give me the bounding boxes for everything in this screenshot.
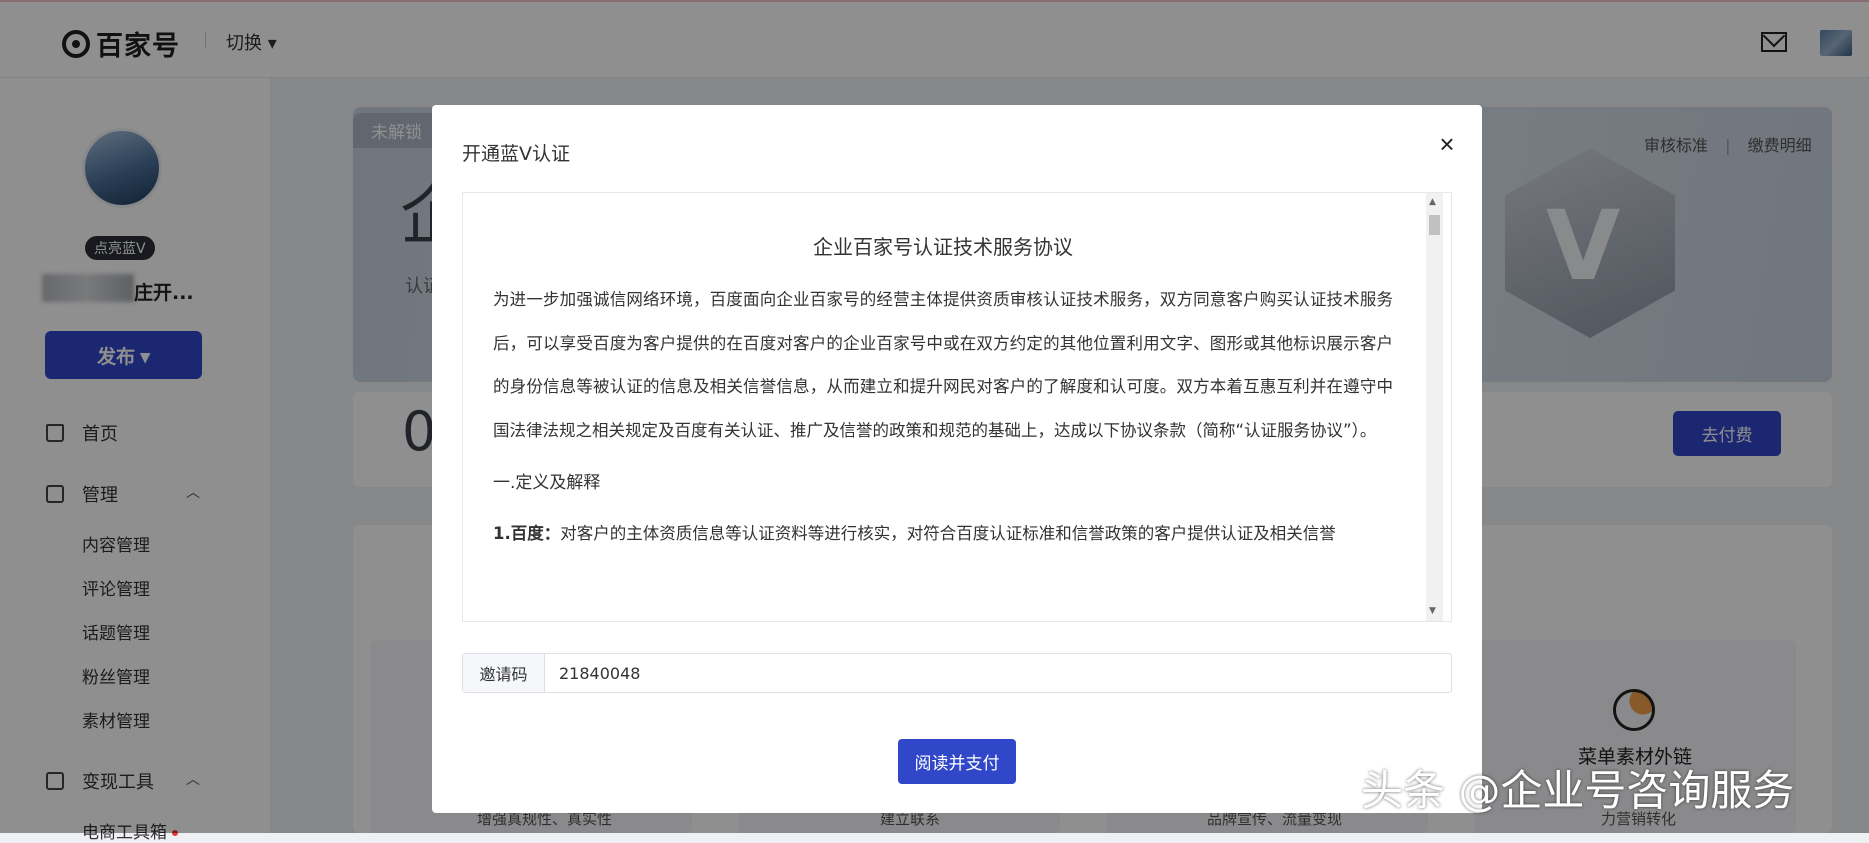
watermark: 头条 @企业号咨询服务 <box>1361 766 1795 815</box>
agreement-content: 企业百家号认证技术服务协议 为进一步加强诚信网络环境，百度面向企业百家号的经营主… <box>493 193 1393 549</box>
definition-text: 对客户的主体资质信息等认证资料等进行核实，对符合百度认证标准和信誉政策的客户提供… <box>560 524 1336 543</box>
read-and-pay-button[interactable]: 阅读并支付 <box>898 739 1016 784</box>
section-heading: 一.定义及解释 <box>493 473 601 493</box>
invite-code-group: 邀请码 <box>462 653 1452 693</box>
invite-code-label: 邀请码 <box>463 654 545 692</box>
agreement-scroll-area[interactable]: 企业百家号认证技术服务协议 为进一步加强诚信网络环境，百度面向企业百家号的经营主… <box>462 192 1452 622</box>
agreement-title: 企业百家号认证技术服务协议 <box>813 235 1073 259</box>
scrollbar[interactable]: ▲ ▼ <box>1426 193 1443 621</box>
scroll-down-icon[interactable]: ▼ <box>1429 606 1436 616</box>
invite-code-input[interactable] <box>545 654 1451 692</box>
definition-item: 1.百度：对客户的主体资质信息等认证资料等进行核实，对符合百度认证标准和信誉政策… <box>493 519 1393 549</box>
modal-title: 开通蓝V认证 <box>462 143 570 165</box>
scroll-thumb[interactable] <box>1429 215 1440 235</box>
close-icon[interactable]: × <box>1432 129 1462 159</box>
definition-term: 1.百度： <box>493 524 561 543</box>
scroll-up-icon[interactable]: ▲ <box>1429 197 1436 207</box>
blue-v-modal: 开通蓝V认证 × 企业百家号认证技术服务协议 为进一步加强诚信网络环境，百度面向… <box>432 105 1482 813</box>
agreement-paragraph: 为进一步加强诚信网络环境，百度面向企业百家号的经营主体提供资质审核认证技术服务，… <box>493 290 1393 440</box>
